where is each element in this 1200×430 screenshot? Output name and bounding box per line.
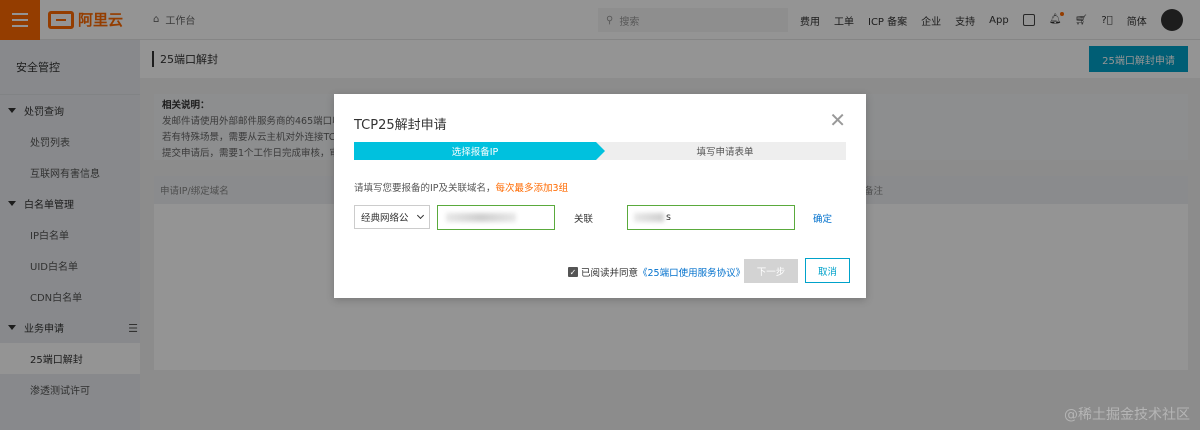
confirm-link[interactable]: 确定	[813, 211, 832, 225]
watermark: @稀土掘金技术社区	[1064, 407, 1190, 423]
domain-suffix: s	[666, 212, 671, 223]
domain-input[interactable]: s	[627, 205, 795, 230]
ip-input[interactable]	[437, 205, 555, 230]
network-type-value: 经典网络公	[361, 213, 409, 224]
associated-domain-label: 关联	[574, 214, 594, 225]
step-fill-form: 填写申请表单	[696, 147, 754, 158]
agreement-link[interactable]: 《25端口使用服务协议》	[638, 265, 745, 279]
tcp25-unblock-dialog: TCP25解封申请 ✕ 选择报备IP 填写申请表单 请填写您要报备的IP及关联域…	[334, 94, 866, 298]
redacted-domain	[634, 213, 664, 222]
close-icon[interactable]: ✕	[829, 110, 846, 130]
step-progress: 选择报备IP 填写申请表单	[354, 142, 846, 160]
dialog-title: TCP25解封申请	[354, 118, 447, 133]
dialog-hint: 请填写您要报备的IP及关联域名，每次最多添加3组	[354, 180, 568, 194]
agree-text: 已阅读并同意	[581, 268, 639, 279]
cancel-button[interactable]: 取消	[805, 258, 850, 283]
network-type-select[interactable]: 经典网络公	[354, 205, 430, 229]
hint-text: 请填写您要报备的IP及关联域名，	[354, 183, 496, 194]
step-select-ip: 选择报备IP	[354, 142, 605, 160]
chevron-down-icon	[416, 211, 425, 220]
redacted-ip	[446, 213, 516, 222]
hint-warning: 每次最多添加3组	[495, 183, 569, 194]
agreement-row: ✓ 已阅读并同意 《25端口使用服务协议》	[568, 265, 745, 279]
agree-checkbox[interactable]: ✓	[568, 267, 578, 277]
next-step-button[interactable]: 下一步	[744, 259, 798, 283]
